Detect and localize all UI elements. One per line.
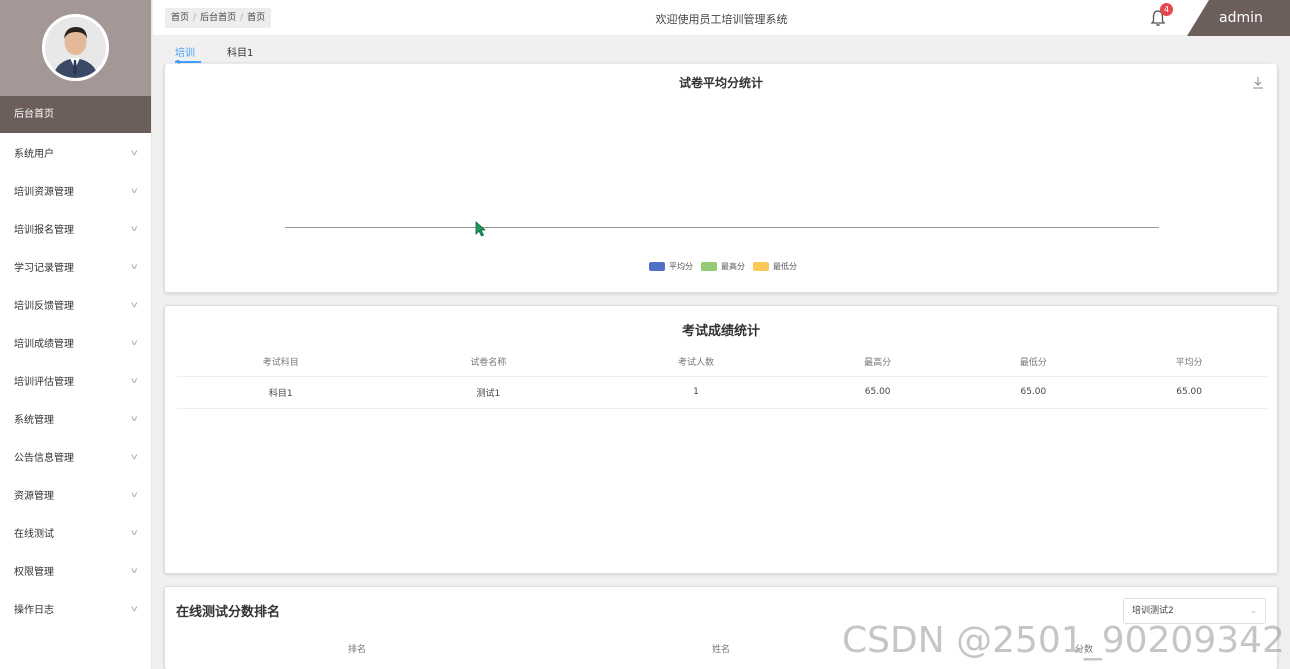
table-title: 考试成绩统计 <box>681 324 760 339</box>
sidebar-item-label: 培训评估管理 <box>14 376 74 388</box>
sidebar-item-label: 权限管理 <box>14 566 54 578</box>
table-cell: 1 <box>592 376 800 409</box>
col-header: 最低分 <box>955 348 1112 377</box>
sidebar-item[interactable]: 权限管理 v <box>0 551 151 589</box>
chevron-down-icon: v <box>131 527 138 537</box>
table-cell: 65.00 <box>1111 376 1267 409</box>
sidebar-item[interactable]: 在线测试 v <box>0 513 151 551</box>
legend-swatch <box>701 262 717 271</box>
sidebar-item-dashboard[interactable]: 后台首页 <box>0 96 151 133</box>
col-header: 排名 <box>348 645 367 655</box>
legend-item[interactable]: 最低分 <box>753 261 797 272</box>
sidebar-item[interactable]: 系统管理 v <box>0 399 151 437</box>
legend-label: 最低分 <box>773 262 797 271</box>
legend-item[interactable]: 最高分 <box>701 261 745 272</box>
chart-title: 试卷平均分统计 <box>678 76 763 90</box>
chart-legend: 平均分 最高分 最低分 <box>649 261 797 272</box>
tab-bar: 培训2 科目1 <box>175 40 1267 70</box>
sidebar-item[interactable]: 培训成绩管理 v <box>0 323 151 361</box>
score-stats-table: 考试科目 试卷名称 考试人数 最高分 最低分 平均分 科目1 测试1 1 65.… <box>177 348 1267 409</box>
sidebar-item-label: 公告信息管理 <box>14 452 74 464</box>
sidebar-menu: 系统用户 v 培训资源管理 v 培训报名管理 v 学习记录管理 v 培训反馈管理 v 培训成绩管理 v… <box>0 133 151 627</box>
legend-label: 最高分 <box>721 262 745 271</box>
sidebar-item[interactable]: 系统用户 v <box>0 133 151 171</box>
sidebar-item-label: 培训资源管理 <box>14 186 74 198</box>
page-title: 欢迎使用员工培训管理系统 <box>655 13 788 26</box>
sidebar-item-label: 培训报名管理 <box>14 224 74 236</box>
sidebar-item-label: 培训成绩管理 <box>14 338 74 350</box>
sidebar-item[interactable]: 操作日志 v <box>0 589 151 627</box>
chevron-down-icon: v <box>131 299 138 309</box>
table-row: 科目1 测试1 1 65.00 65.00 65.00 <box>177 376 1267 409</box>
chevron-down-icon: v <box>131 489 138 499</box>
avatar[interactable] <box>42 14 109 81</box>
sidebar-item[interactable]: 培训反馈管理 v <box>0 285 151 323</box>
exam-score-stats-panel: 考试成绩统计 考试科目 试卷名称 考试人数 最高分 最低分 平均分 科目1 测试… <box>164 305 1278 574</box>
watermark: CSDN @2501_90209342 <box>842 620 1285 661</box>
sidebar-item[interactable]: 公告信息管理 v <box>0 437 151 475</box>
chevron-down-icon: v <box>131 223 138 233</box>
chevron-down-icon: v <box>131 337 138 347</box>
chevron-down-icon: v <box>131 375 138 385</box>
col-header: 平均分 <box>1111 348 1267 377</box>
sidebar-item-label: 系统用户 <box>14 148 54 160</box>
chevron-down-icon: v <box>131 451 138 461</box>
legend-label: 平均分 <box>669 262 693 271</box>
col-header: 考试科目 <box>177 348 385 377</box>
chevron-down-icon: v <box>131 147 138 157</box>
chevron-down-icon: v <box>131 565 138 575</box>
sidebar-item[interactable]: 资源管理 v <box>0 475 151 513</box>
sidebar-item[interactable]: 学习记录管理 v <box>0 247 151 285</box>
table-header-row: 考试科目 试卷名称 考试人数 最高分 最低分 平均分 <box>177 348 1267 377</box>
sidebar-item-label: 系统管理 <box>14 414 54 426</box>
notification-badge: 4 <box>1160 3 1173 16</box>
legend-swatch <box>649 262 665 271</box>
download-icon[interactable] <box>1251 76 1265 90</box>
sidebar-item[interactable]: 培训资源管理 v <box>0 171 151 209</box>
tab-subject1[interactable]: 科目1 <box>227 44 253 63</box>
col-header: 考试人数 <box>592 348 800 377</box>
tab-training2[interactable]: 培训2 <box>175 44 201 70</box>
sidebar: 后台首页 系统用户 v 培训资源管理 v 培训报名管理 v 学习记录管理 v 培训反馈管理 v 培训… <box>0 0 152 669</box>
table-cell: 65.00 <box>799 376 956 409</box>
chevron-down-icon: v <box>131 185 138 195</box>
legend-item[interactable]: 平均分 <box>649 261 693 272</box>
sidebar-item-label: 资源管理 <box>14 490 54 502</box>
select-value: 培训测试2 <box>1132 606 1174 616</box>
sidebar-item-label: 培训反馈管理 <box>14 300 74 312</box>
chart-x-axis <box>285 227 1159 228</box>
chevron-down-icon: v <box>131 261 138 271</box>
chevron-down-icon: v <box>131 413 138 423</box>
col-header: 试卷名称 <box>384 348 593 377</box>
sidebar-item-label: 在线测试 <box>14 528 54 540</box>
avg-score-chart-panel: 试卷平均分统计 平均分 最高分 最低分 <box>164 64 1278 293</box>
col-header: 姓名 <box>712 645 731 655</box>
mouse-cursor-icon <box>475 221 487 237</box>
ranking-title: 在线测试分数排名 <box>176 605 281 620</box>
sidebar-item-label: 学习记录管理 <box>14 262 74 274</box>
col-header: 最高分 <box>799 348 956 377</box>
top-header: 首页 / 后台首页 / 首页 欢迎使用员工培训管理系统 4 admin <box>153 0 1290 36</box>
table-cell: 65.00 <box>955 376 1112 409</box>
table-cell: 科目1 <box>177 376 385 409</box>
sidebar-item[interactable]: 培训评估管理 v <box>0 361 151 399</box>
sidebar-item-label: 操作日志 <box>14 604 54 616</box>
sidebar-item[interactable]: 培训报名管理 v <box>0 209 151 247</box>
table-cell: 测试1 <box>384 376 593 409</box>
legend-swatch <box>753 262 769 271</box>
sidebar-profile <box>0 0 151 96</box>
user-menu[interactable]: admin <box>1187 0 1290 36</box>
chevron-down-icon: v <box>131 603 138 613</box>
